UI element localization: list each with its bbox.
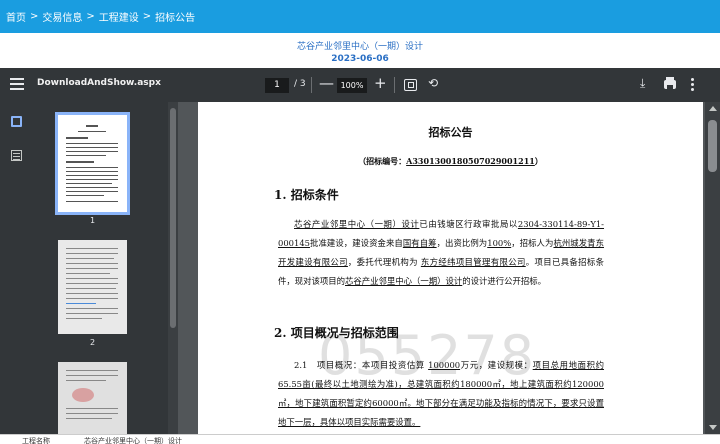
download-icon[interactable]: ⤓ [640, 76, 645, 91]
page-number-input[interactable]: 1 [265, 78, 289, 93]
publish-date: 2023-06-06 [331, 54, 389, 64]
thumbnails-icon[interactable] [11, 116, 22, 127]
sidebar-rail [0, 102, 36, 434]
document-title: 招标公告 [428, 126, 473, 139]
section-1-heading: 1. 招标条件 [274, 188, 339, 202]
text-run: 东方经纬项目管理有限公司 [420, 257, 526, 267]
scroll-thumb[interactable] [708, 120, 717, 172]
zoom-input[interactable]: 100% [337, 78, 367, 93]
print-icon[interactable] [664, 77, 676, 89]
page-total: / 3 [294, 79, 306, 89]
text-run: ，招标人为 [511, 238, 554, 248]
thumbnail-page-3[interactable] [58, 362, 127, 434]
text-run: 芯谷产业邻里中心（一期）设计 [345, 276, 463, 286]
text-run: 项目总用地面积约 65.55亩(最终以土地测绘为准)，总建筑面积约180000㎡… [278, 360, 604, 427]
section-1-paragraph: 芯谷产业邻里中心（一期）设计已由钱塘区行政审批局以2304-330114-89-… [278, 215, 604, 291]
fit-page-icon[interactable] [404, 79, 417, 91]
outline-icon[interactable] [11, 150, 22, 161]
text-run: ，委托代理机构为 [347, 257, 421, 267]
breadcrumb-home[interactable]: 首页 [6, 9, 26, 24]
breadcrumb-engineering[interactable]: 工程建设 [99, 9, 139, 24]
toolbar-divider [394, 77, 395, 93]
notice-header: 芯谷产业邻里中心（一期）设计 2023-06-06 [0, 33, 720, 69]
rotate-icon[interactable]: ⟲ [428, 76, 438, 90]
thumbnail-page-2[interactable] [58, 240, 127, 334]
section-2-paragraph: 2.1 项目概况：本项目投资估算 100000万元，建设规模：项目总用地面积约 … [278, 356, 604, 432]
pdf-toolbar: DownloadAndShow.aspx 1 / 3 — 100% + ⟲ ⤓ [0, 68, 720, 102]
text-run: 100000 [428, 360, 461, 370]
project-title: 芯谷产业邻里中心（一期）设计 [296, 42, 423, 52]
scroll-down-arrow-icon[interactable] [709, 425, 717, 430]
text-run: 2.1 项目概况：本项目投资估算 [294, 360, 429, 370]
field-label: 工程名称 [22, 437, 50, 444]
section-2-heading: 2. 项目概况与招标范围 [274, 326, 399, 340]
page-scrollbar[interactable] [705, 102, 720, 434]
zoom-out-button[interactable]: — [319, 74, 334, 92]
text-run: 批准建设，建设资金来自 [309, 238, 403, 248]
breadcrumb-current: 招标公告 [155, 13, 196, 24]
field-value: 芯谷产业邻里中心（一期）设计 [84, 437, 182, 444]
text-run: 已由钱塘区行政审批局以 [419, 219, 518, 229]
breadcrumb-separator: > [30, 11, 39, 22]
pdf-page: 055278 招标公告 （招标编号：A330130018050702900121… [198, 102, 703, 434]
file-name: DownloadAndShow.aspx [37, 78, 161, 88]
thumbnail-scrollbar[interactable] [168, 102, 178, 434]
breadcrumb-trade-info[interactable]: 交易信息 [42, 9, 82, 24]
thumbnail-label: 2 [90, 338, 96, 347]
thumbnail-page-1[interactable] [55, 112, 130, 215]
text-run: 万元，建设规模： [460, 360, 533, 370]
text-run: 芯谷产业邻里中心（一期）设计 [294, 219, 420, 229]
more-vert-icon[interactable] [691, 78, 694, 93]
text-run: 国有自筹 [402, 238, 437, 248]
zoom-in-button[interactable]: + [374, 74, 387, 92]
thumbnail-label: 1 [90, 216, 96, 225]
text-run: ，出资比例为 [436, 238, 488, 248]
tender-code: （招标编号：A3301300180507029001211） [358, 156, 543, 166]
text-run: 100% [487, 238, 512, 248]
thumbnail-panel: 1 2 [36, 102, 178, 434]
breadcrumb-separator: > [142, 11, 152, 22]
info-table-row: 工程名称 芯谷产业邻里中心（一期）设计 [0, 434, 720, 444]
scroll-up-arrow-icon[interactable] [709, 106, 717, 111]
toolbar-divider [311, 77, 312, 93]
text-run: 的设计进行公开招标。 [462, 276, 546, 286]
breadcrumb-separator: > [86, 11, 95, 22]
pdf-viewer: DownloadAndShow.aspx 1 / 3 — 100% + ⟲ ⤓ [0, 68, 720, 434]
breadcrumb: 首页 > 交易信息 > 工程建设 > 招标公告 [0, 0, 720, 33]
menu-icon[interactable] [10, 78, 24, 92]
